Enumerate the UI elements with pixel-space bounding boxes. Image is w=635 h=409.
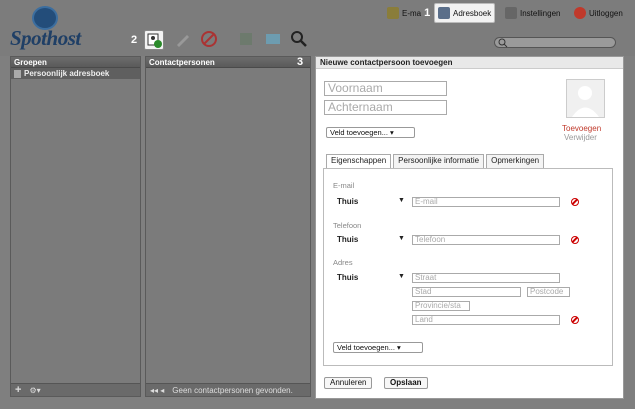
nav-logout[interactable]: Uitloggen bbox=[571, 3, 626, 23]
photo-add-link[interactable]: Toevoegen bbox=[562, 124, 601, 133]
address-type-select[interactable]: Thuis bbox=[337, 273, 358, 282]
tab-notes[interactable]: Opmerkingen bbox=[486, 154, 545, 168]
delete-button[interactable] bbox=[200, 30, 220, 50]
pager-icon[interactable]: ◂◂ ◂ bbox=[150, 386, 164, 395]
contacts-empty-text: Geen contactpersonen gevonden. bbox=[172, 385, 293, 395]
search-icon bbox=[498, 38, 508, 48]
city-input[interactable]: Stad bbox=[412, 287, 521, 297]
group-item-label: Persoonlijk adresboek bbox=[24, 69, 110, 78]
tab-properties[interactable]: Eigenschappen bbox=[326, 154, 392, 169]
chevron-down-icon[interactable]: ▼ bbox=[398, 235, 405, 242]
search-button[interactable] bbox=[290, 30, 310, 50]
province-input[interactable]: Provincie/sta bbox=[412, 301, 470, 311]
remove-phone-icon[interactable] bbox=[571, 236, 579, 244]
groups-header: Groepen bbox=[11, 57, 140, 68]
compose-button[interactable] bbox=[174, 30, 194, 50]
person-silhouette-icon bbox=[572, 86, 599, 117]
street-input[interactable]: Straat bbox=[412, 273, 560, 283]
nav-addressbook-label: Adresboek bbox=[453, 8, 492, 18]
add-field-bottom-label: Veld toevoegen... bbox=[337, 343, 395, 352]
gear-icon[interactable]: ⚙▾ bbox=[29, 386, 40, 395]
nav-email[interactable]: E-ma 1 bbox=[384, 3, 433, 23]
add-contact-icon bbox=[147, 33, 162, 48]
chevron-down-icon[interactable]: ▼ bbox=[398, 197, 405, 204]
photo-remove-link[interactable]: Verwijder bbox=[564, 133, 597, 142]
addressbook-icon bbox=[14, 69, 21, 78]
chevron-down-icon[interactable]: ▼ bbox=[398, 273, 405, 280]
tab-personal-info[interactable]: Persoonlijke informatie bbox=[393, 154, 485, 168]
properties-panel: E-mail Thuis ▼ E-mail Telefoon Thuis ▼ T… bbox=[323, 168, 613, 366]
add-field-select-bottom[interactable]: Veld toevoegen... ▾ bbox=[333, 342, 423, 353]
marker-3: 3 bbox=[297, 56, 304, 68]
contact-photo bbox=[566, 79, 605, 118]
logout-icon bbox=[574, 7, 586, 19]
add-field-label: Veld toevoegen... bbox=[330, 128, 388, 137]
new-contact-dialog: Nieuwe contactpersoon toevoegen Voornaam… bbox=[315, 56, 624, 399]
groups-footer: + ⚙▾ bbox=[11, 383, 140, 396]
postcode-input[interactable]: Postcode bbox=[527, 287, 570, 297]
lastname-input[interactable]: Achternaam bbox=[324, 100, 447, 115]
marker-1: 1 bbox=[424, 7, 431, 19]
delete-icon bbox=[201, 31, 217, 47]
add-field-select[interactable]: Veld toevoegen... ▾ bbox=[326, 127, 415, 138]
firstname-input[interactable]: Voornaam bbox=[324, 81, 447, 96]
save-button[interactable]: Opslaan bbox=[384, 377, 428, 389]
contacts-header: Contactpersonen bbox=[146, 57, 310, 68]
group-icon bbox=[240, 33, 252, 45]
nav-settings-label: Instellingen bbox=[520, 8, 561, 18]
tab-bar: Eigenschappen Persoonlijke informatie Op… bbox=[326, 154, 545, 169]
group-button[interactable] bbox=[238, 30, 258, 50]
email-type-select[interactable]: Thuis bbox=[337, 197, 358, 206]
remove-address-icon[interactable] bbox=[571, 316, 579, 324]
quick-search-input[interactable] bbox=[494, 37, 616, 48]
email-section-label: E-mail bbox=[333, 181, 355, 190]
nav-email-label: E-ma bbox=[402, 8, 422, 18]
export-icon bbox=[266, 34, 280, 44]
settings-icon bbox=[505, 7, 517, 19]
remove-email-icon[interactable] bbox=[571, 198, 579, 206]
contacts-pane: Contactpersonen ◂◂ ◂ Geen contactpersone… bbox=[145, 56, 311, 397]
phone-type-select[interactable]: Thuis bbox=[337, 235, 358, 244]
logo-text: Spothost bbox=[10, 26, 81, 50]
address-section-label: Adres bbox=[333, 258, 353, 267]
contacts-footer: ◂◂ ◂ Geen contactpersonen gevonden. bbox=[146, 383, 310, 396]
phone-section-label: Telefoon bbox=[333, 221, 362, 230]
addressbook-icon bbox=[438, 7, 450, 19]
add-contact-button[interactable] bbox=[144, 30, 164, 50]
cancel-button[interactable]: Annuleren bbox=[324, 377, 373, 389]
add-group-button[interactable]: + bbox=[15, 384, 21, 396]
groups-pane: Groepen Persoonlijk adresboek + ⚙▾ bbox=[10, 56, 141, 397]
country-input[interactable]: Land bbox=[412, 315, 560, 325]
group-item-personal[interactable]: Persoonlijk adresboek bbox=[11, 68, 140, 79]
nav-logout-label: Uitloggen bbox=[589, 8, 623, 18]
marker-2: 2 bbox=[131, 34, 138, 46]
spothost-logo: Spothost bbox=[10, 6, 130, 50]
email-input[interactable]: E-mail bbox=[412, 197, 560, 207]
search-icon bbox=[291, 31, 307, 47]
dialog-title: Nieuwe contactpersoon toevoegen bbox=[316, 57, 623, 69]
phone-input[interactable]: Telefoon bbox=[412, 235, 560, 245]
pencil-icon bbox=[177, 35, 189, 47]
nav-settings[interactable]: Instellingen bbox=[502, 3, 563, 23]
nav-addressbook[interactable]: Adresboek bbox=[434, 3, 496, 23]
export-button[interactable] bbox=[264, 30, 284, 50]
mail-icon bbox=[387, 7, 399, 19]
